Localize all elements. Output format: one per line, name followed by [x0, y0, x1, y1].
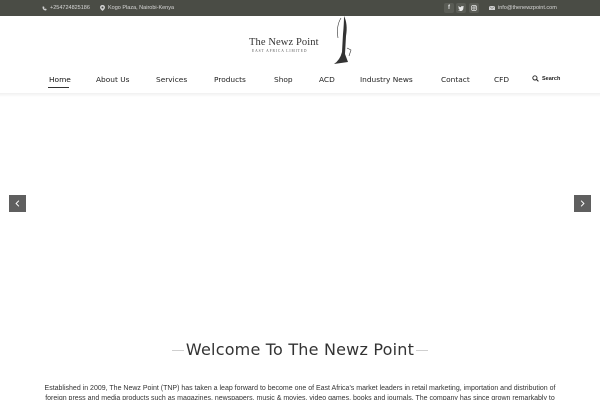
- nav-home[interactable]: Home: [49, 75, 71, 84]
- title-decoration-left: [172, 350, 184, 351]
- address-text: Kogo Plaza, Nairobi-Kenya: [108, 5, 175, 11]
- slider-next-button[interactable]: [574, 195, 591, 212]
- phone-contact[interactable]: +254724825186: [42, 0, 90, 16]
- nav-industry-news[interactable]: Industry News: [360, 75, 413, 84]
- email-contact[interactable]: info@thenewzpoint.com: [489, 0, 557, 16]
- active-nav-underline: [48, 87, 69, 88]
- logo-name: The Newz Point: [249, 37, 319, 48]
- welcome-intro-text: Established in 2009, The Newz Point (TNP…: [44, 385, 556, 400]
- nav-shop[interactable]: Shop: [274, 75, 293, 84]
- chevron-left-icon: [15, 200, 20, 207]
- hero-slider: [0, 97, 600, 315]
- phone-number: +254724825186: [50, 5, 90, 11]
- slider-prev-button[interactable]: [9, 195, 26, 212]
- title-decoration-right: [416, 350, 428, 351]
- mail-icon: [489, 6, 495, 10]
- chevron-right-icon: [580, 200, 585, 207]
- logo-subtitle: EAST AFRICA LIMITED: [252, 49, 308, 53]
- nav-products[interactable]: Products: [214, 75, 246, 84]
- site-logo[interactable]: The Newz Point EAST AFRICA LIMITED: [248, 14, 354, 66]
- facebook-icon[interactable]: f: [444, 3, 454, 13]
- twitter-icon[interactable]: [456, 3, 466, 13]
- nav-cfd[interactable]: CFD: [494, 75, 509, 84]
- location-pin-icon: [100, 5, 105, 11]
- address-contact: Kogo Plaza, Nairobi-Kenya: [100, 0, 174, 16]
- nav-acd[interactable]: ACD: [319, 75, 335, 84]
- email-address: info@thenewzpoint.com: [498, 5, 557, 11]
- instagram-icon[interactable]: [469, 3, 479, 13]
- nav-services[interactable]: Services: [156, 75, 187, 84]
- main-navigation: Home About Us Services Products Shop ACD…: [0, 70, 600, 92]
- phone-icon: [42, 6, 47, 10]
- welcome-title: Welcome To The Newz Point: [185, 340, 415, 359]
- search-icon: [532, 75, 539, 82]
- welcome-section: Welcome To The Newz Point: [0, 340, 600, 359]
- nav-contact[interactable]: Contact: [441, 75, 470, 84]
- search-button[interactable]: Search: [532, 75, 560, 82]
- search-label: Search: [542, 75, 561, 82]
- nav-about-us[interactable]: About Us: [96, 75, 129, 84]
